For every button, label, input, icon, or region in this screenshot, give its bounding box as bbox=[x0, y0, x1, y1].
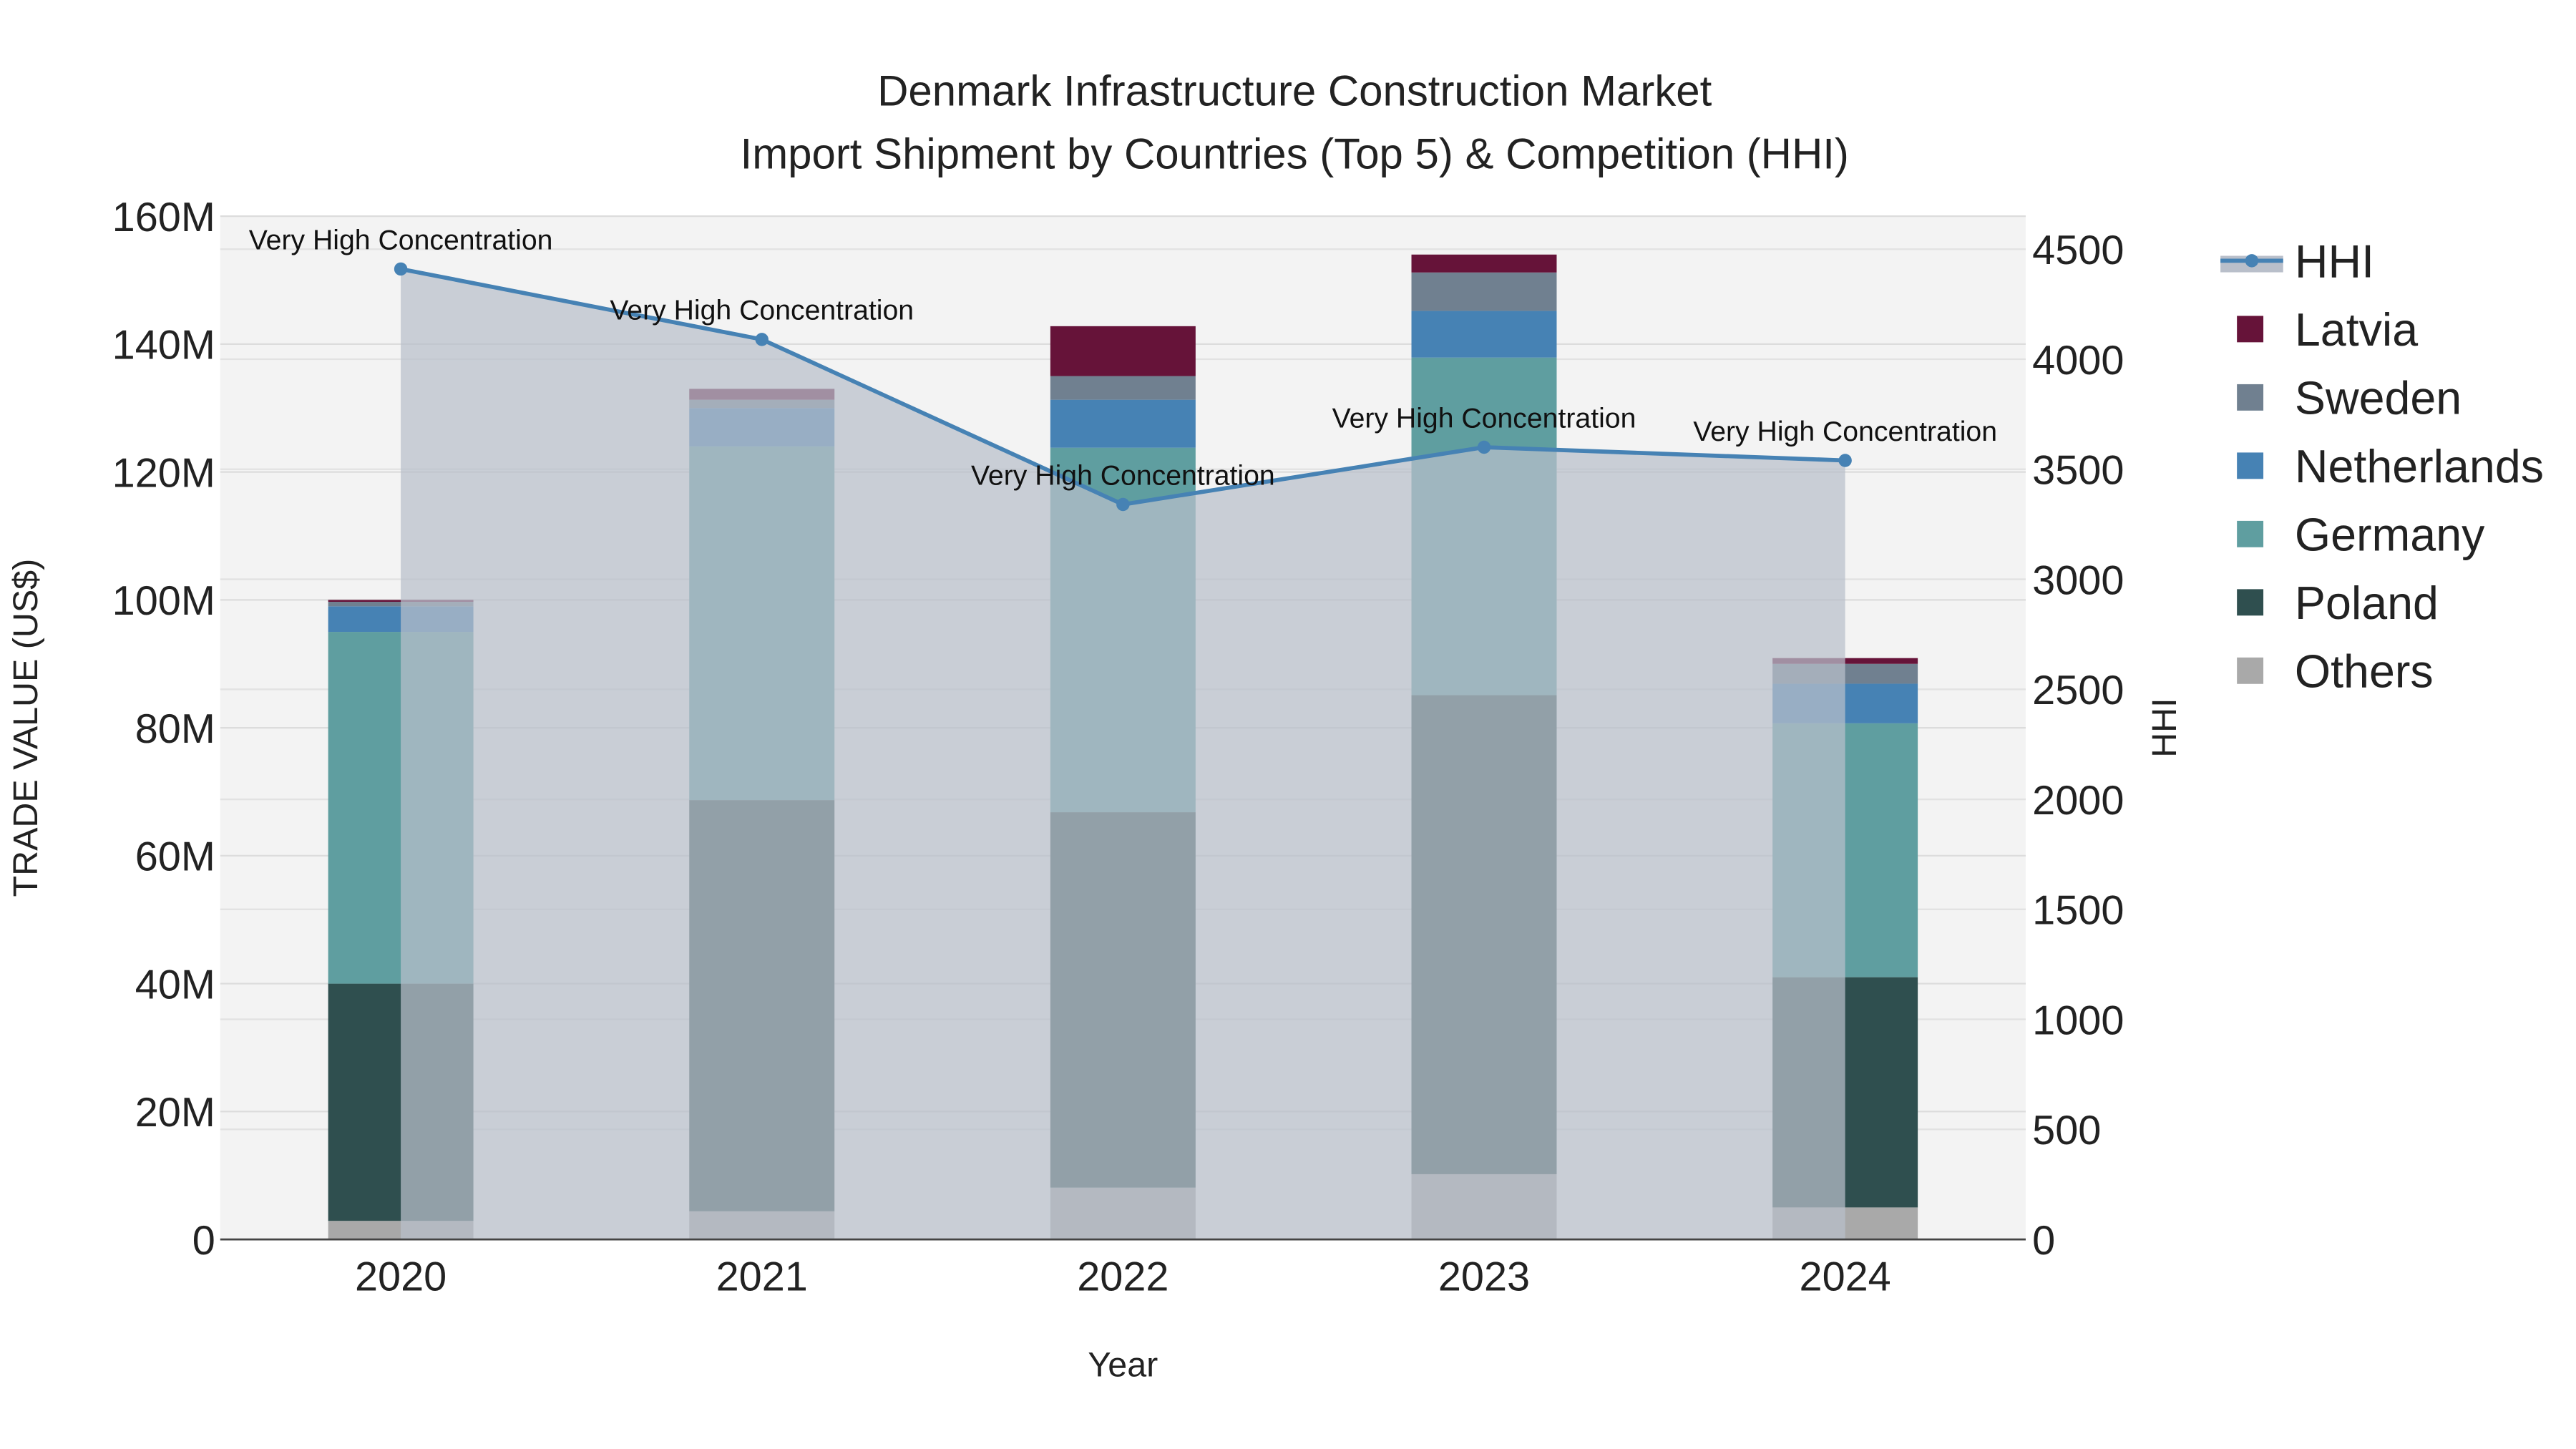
legend-swatch-sweden bbox=[2237, 384, 2264, 411]
legend-label-germany: Germany bbox=[2295, 509, 2485, 560]
y2-tick-label: 500 bbox=[2032, 1108, 2101, 1153]
legend-label-netherlands: Netherlands bbox=[2295, 441, 2544, 492]
legend-swatch-latvia bbox=[2237, 316, 2264, 343]
bar-netherlands-2023 bbox=[1411, 311, 1557, 358]
legend-swatch-germany bbox=[2237, 520, 2264, 547]
chart: Denmark Infrastructure Construction Mark… bbox=[6, 67, 2544, 1385]
y2-tick-label: 2500 bbox=[2032, 668, 2124, 713]
legend-label-poland: Poland bbox=[2295, 577, 2439, 629]
legend-label-latvia: Latvia bbox=[2295, 304, 2418, 356]
legend-swatch-netherlands bbox=[2237, 452, 2264, 479]
bar-netherlands-2022 bbox=[1050, 399, 1196, 448]
legend-label-hhi: HHI bbox=[2295, 235, 2374, 287]
chart-title-line2: Import Shipment by Countries (Top 5) & C… bbox=[741, 130, 1849, 177]
hhi-annotation: Very High Concentration bbox=[971, 460, 1275, 491]
y-tick-label: 100M bbox=[112, 578, 215, 624]
hhi-point-2023 bbox=[1477, 440, 1491, 454]
y2-tick-label: 2000 bbox=[2032, 778, 2124, 824]
hhi-point-2022 bbox=[1116, 497, 1130, 512]
bar-sweden-2023 bbox=[1411, 272, 1557, 311]
y2-tick-label: 1000 bbox=[2032, 997, 2124, 1043]
legend-hhi-marker bbox=[2245, 254, 2259, 268]
bar-latvia-2023 bbox=[1411, 254, 1557, 273]
y2-axis-title: HHI bbox=[2145, 698, 2184, 757]
hhi-point-2024 bbox=[1838, 454, 1852, 467]
hhi-point-2021 bbox=[755, 333, 769, 346]
hhi-point-2020 bbox=[394, 262, 408, 276]
x-axis-title: Year bbox=[1088, 1346, 1158, 1385]
legend-label-others: Others bbox=[2295, 645, 2434, 697]
y-tick-label: 20M bbox=[135, 1090, 215, 1136]
x-tick-label: 2020 bbox=[355, 1254, 447, 1300]
y2-tick-label: 4000 bbox=[2032, 338, 2124, 384]
y2-tick-label: 4500 bbox=[2032, 228, 2124, 273]
chart-title-line1: Denmark Infrastructure Construction Mark… bbox=[877, 67, 1712, 115]
y-tick-label: 0 bbox=[192, 1218, 215, 1264]
x-tick-label: 2024 bbox=[1800, 1254, 1891, 1300]
legend[interactable]: HHI Latvia Sweden Netherlands Germany Poland O… bbox=[2220, 235, 2544, 697]
hhi-annotation: Very High Concentration bbox=[610, 296, 914, 326]
y-axis-title: TRADE VALUE (US$) bbox=[6, 559, 45, 897]
legend-swatch-others bbox=[2237, 657, 2264, 684]
legend-swatch-poland bbox=[2237, 589, 2264, 616]
y2-tick-label: 1500 bbox=[2032, 888, 2124, 934]
y2-tick-label: 3000 bbox=[2032, 557, 2124, 603]
x-tick-label: 2022 bbox=[1077, 1254, 1169, 1300]
hhi-annotation: Very High Concentration bbox=[1332, 403, 1636, 434]
chart-container: Denmark Infrastructure Construction Mark… bbox=[0, 0, 2576, 1449]
hhi-annotation: Very High Concentration bbox=[1693, 416, 1997, 447]
x-tick-label: 2021 bbox=[716, 1254, 808, 1300]
legend-label-sweden: Sweden bbox=[2295, 372, 2462, 424]
y-tick-label: 60M bbox=[135, 834, 215, 880]
y-tick-label: 120M bbox=[112, 450, 215, 496]
bar-latvia-2022 bbox=[1050, 326, 1196, 376]
y-tick-label: 160M bbox=[112, 195, 215, 240]
x-tick-label: 2023 bbox=[1438, 1254, 1530, 1300]
y2-tick-label: 3500 bbox=[2032, 448, 2124, 494]
y-tick-label: 80M bbox=[135, 706, 215, 752]
y-tick-label: 140M bbox=[112, 323, 215, 369]
hhi-annotation: Very High Concentration bbox=[249, 225, 553, 255]
y2-tick-label: 0 bbox=[2032, 1218, 2055, 1264]
bar-sweden-2022 bbox=[1050, 376, 1196, 400]
y-tick-label: 40M bbox=[135, 962, 215, 1008]
